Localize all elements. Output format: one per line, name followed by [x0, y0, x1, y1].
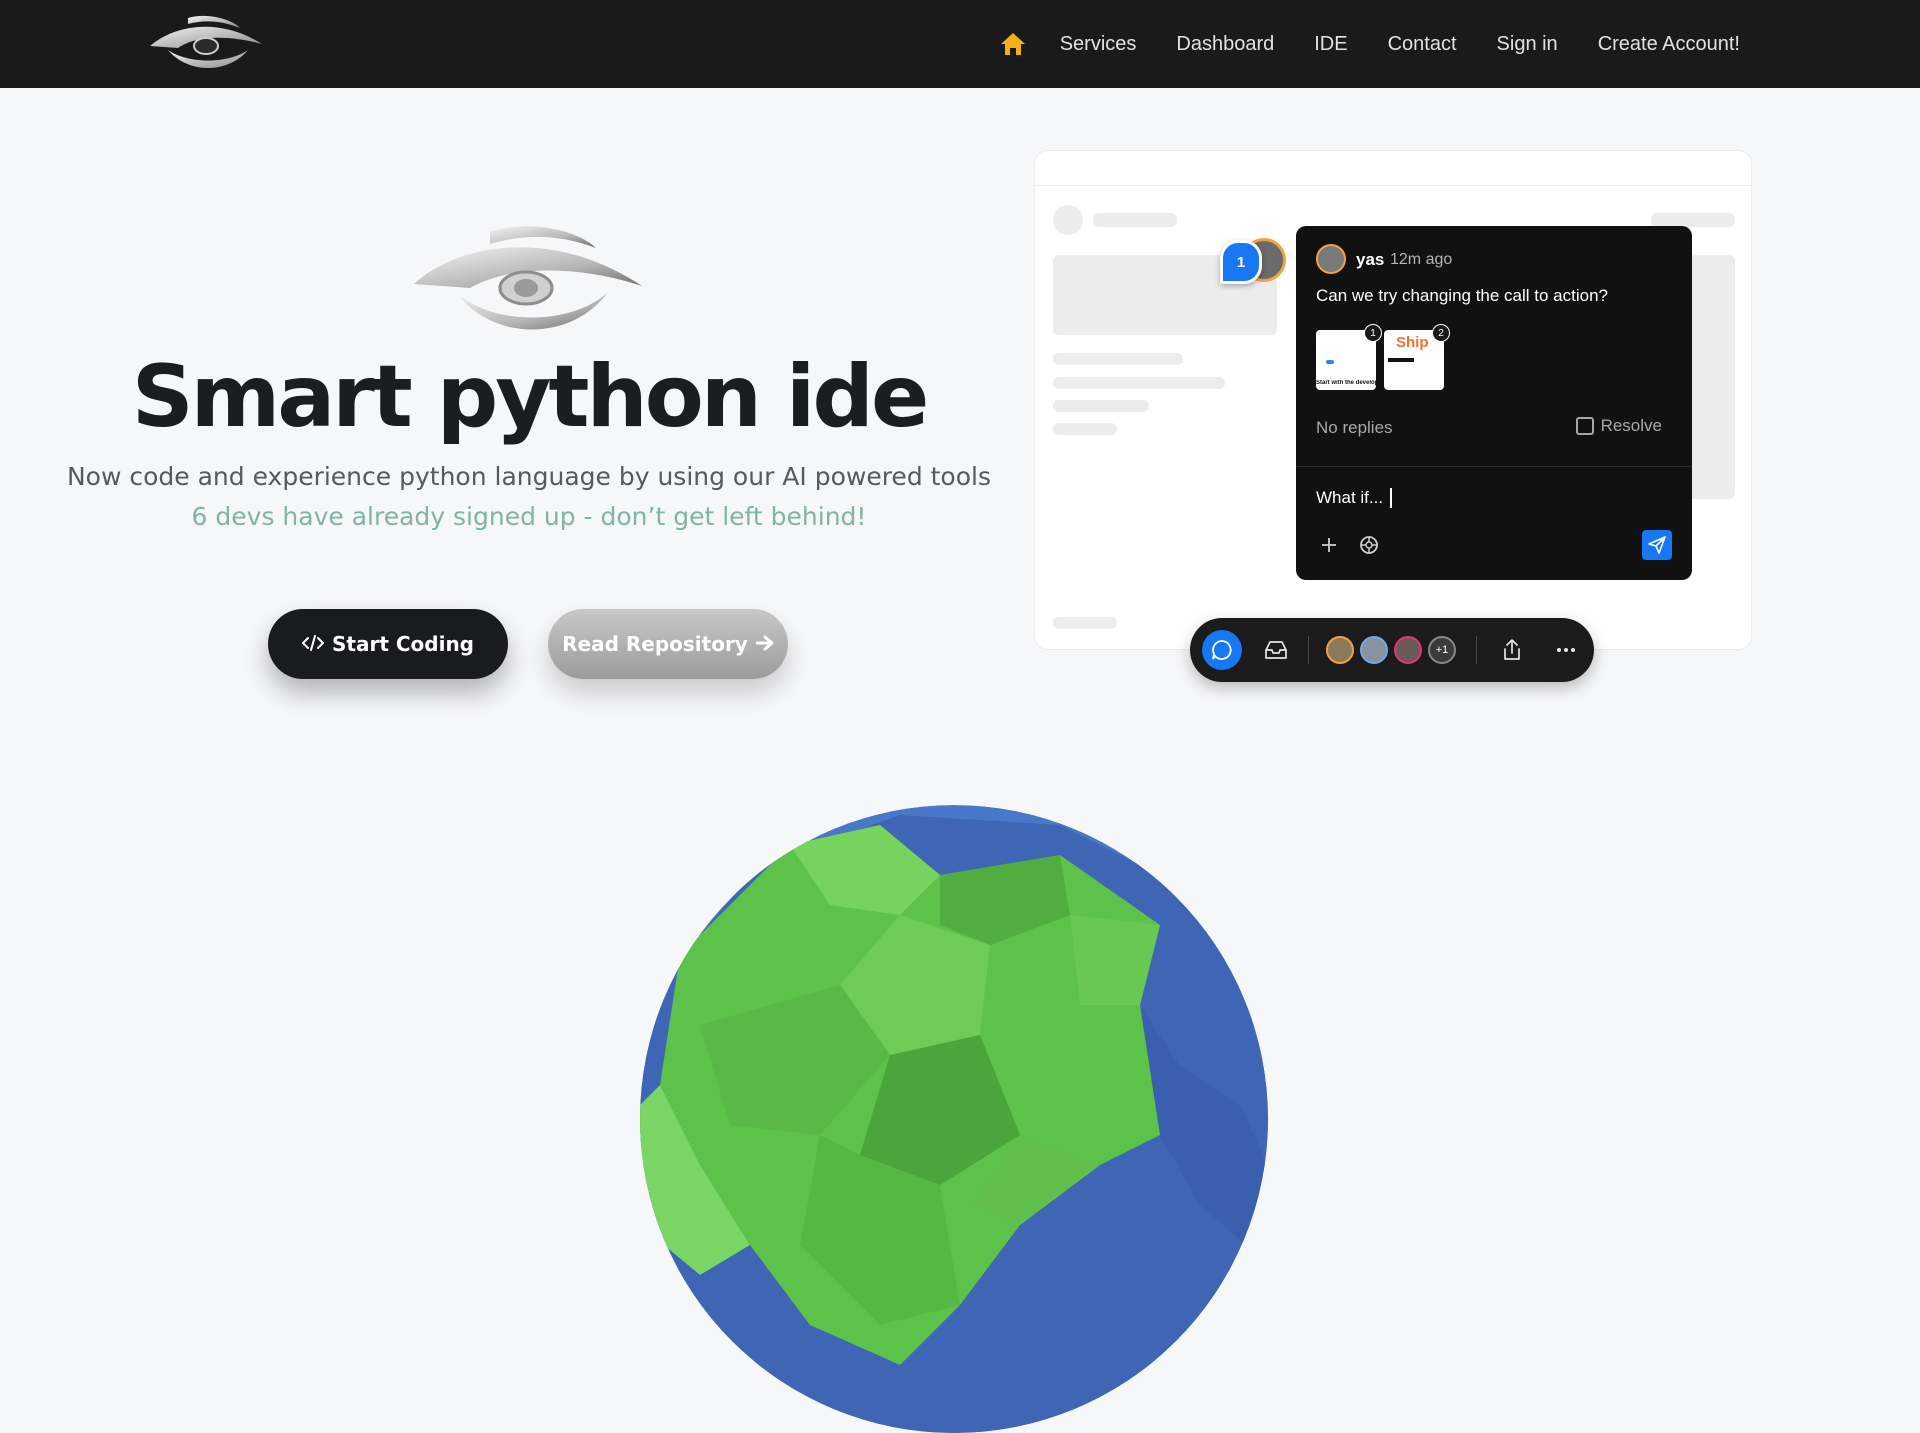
- text-caret: [1390, 488, 1392, 508]
- signup-note: 6 devs have already signed up - don’t ge…: [191, 502, 867, 531]
- resolve-label: Resolve: [1600, 416, 1662, 435]
- inbox-button[interactable]: [1256, 630, 1296, 670]
- skeleton-line: [1053, 617, 1117, 629]
- preview-topbar: [1035, 151, 1751, 186]
- nav-link-services[interactable]: Services: [1040, 33, 1157, 56]
- avatar[interactable]: [1360, 636, 1388, 664]
- send-button[interactable]: [1642, 530, 1672, 560]
- skeleton-avatar: [1053, 205, 1083, 235]
- home-icon[interactable]: [1000, 31, 1026, 57]
- comment-tool-button[interactable]: [1202, 630, 1242, 670]
- chat-bubble-icon: [1212, 640, 1232, 660]
- more-avatars-badge[interactable]: +1: [1428, 636, 1456, 664]
- thumb-dot: [1326, 360, 1334, 364]
- inbox-icon: [1265, 641, 1287, 659]
- read-repository-label: Read Repository: [562, 632, 748, 656]
- skeleton-line: [1053, 400, 1149, 412]
- skeleton-line: [1053, 423, 1117, 435]
- divider: [1308, 636, 1309, 664]
- avatar[interactable]: [1326, 636, 1354, 664]
- main-nav: Services Dashboard IDE Contact Sign in C…: [1000, 0, 1760, 88]
- attachment-thumbnail[interactable]: Ship 2: [1384, 324, 1450, 390]
- read-repository-button[interactable]: Read Repository: [548, 609, 788, 679]
- resolve-checkbox[interactable]: Resolve: [1575, 416, 1662, 436]
- eye-logo-icon[interactable]: [148, 14, 264, 74]
- thumb-bar: [1388, 358, 1414, 362]
- skeleton-line: [1053, 377, 1225, 389]
- more-options-button[interactable]: [1546, 630, 1586, 670]
- ellipsis-icon: [1557, 648, 1575, 652]
- share-button[interactable]: [1492, 630, 1532, 670]
- code-icon: [301, 632, 325, 656]
- globe-illustration: [640, 805, 1268, 1433]
- skeleton-line: [1053, 353, 1183, 365]
- divider: [1296, 466, 1692, 467]
- nav-link-dashboard[interactable]: Dashboard: [1156, 33, 1294, 56]
- thumb-caption: Start with the developer: [1316, 380, 1376, 386]
- comment-author: yas: [1356, 250, 1385, 269]
- share-icon: [1504, 639, 1520, 660]
- plus-icon[interactable]: [1316, 532, 1342, 558]
- skeleton-line: [1651, 213, 1735, 227]
- start-coding-button[interactable]: Start Coding: [268, 609, 508, 679]
- hero-title: Smart python ide: [131, 347, 930, 447]
- thumb-badge: 2: [1432, 324, 1450, 342]
- avatar[interactable]: [1394, 636, 1422, 664]
- collaboration-toolbar: +1: [1190, 618, 1594, 682]
- thumb-title: Ship: [1396, 334, 1429, 351]
- reply-input[interactable]: What if...: [1316, 488, 1646, 508]
- thumb-badge: 1: [1364, 324, 1382, 342]
- nav-link-ide[interactable]: IDE: [1294, 33, 1367, 56]
- comment-text: Can we try changing the call to action?: [1316, 286, 1609, 305]
- divider: [1476, 636, 1477, 664]
- hero-subtitle: Now code and experience python language …: [66, 462, 991, 491]
- skeleton-line: [1093, 213, 1177, 227]
- comment-timestamp: 12m ago: [1390, 251, 1453, 268]
- start-coding-label: Start Coding: [332, 632, 474, 656]
- checkbox-icon: [1575, 417, 1594, 435]
- replies-count: No replies: [1316, 418, 1393, 437]
- send-icon: [1648, 536, 1666, 554]
- attachment-thumbnail[interactable]: Start with the developer 1: [1316, 324, 1382, 390]
- comment-pin[interactable]: 1: [1220, 240, 1262, 284]
- arrow-right-icon: [755, 632, 774, 656]
- eye-logo-icon: [414, 226, 642, 330]
- nav-link-contact[interactable]: Contact: [1368, 33, 1477, 56]
- nav-link-create-account[interactable]: Create Account!: [1578, 33, 1760, 56]
- nav-link-sign-in[interactable]: Sign in: [1477, 33, 1578, 56]
- navbar: Services Dashboard IDE Contact Sign in C…: [0, 0, 1920, 88]
- avatar[interactable]: [1316, 244, 1346, 274]
- comment-popup: yas 12m ago Can we try changing the call…: [1296, 226, 1692, 580]
- emoji-icon[interactable]: [1356, 532, 1382, 558]
